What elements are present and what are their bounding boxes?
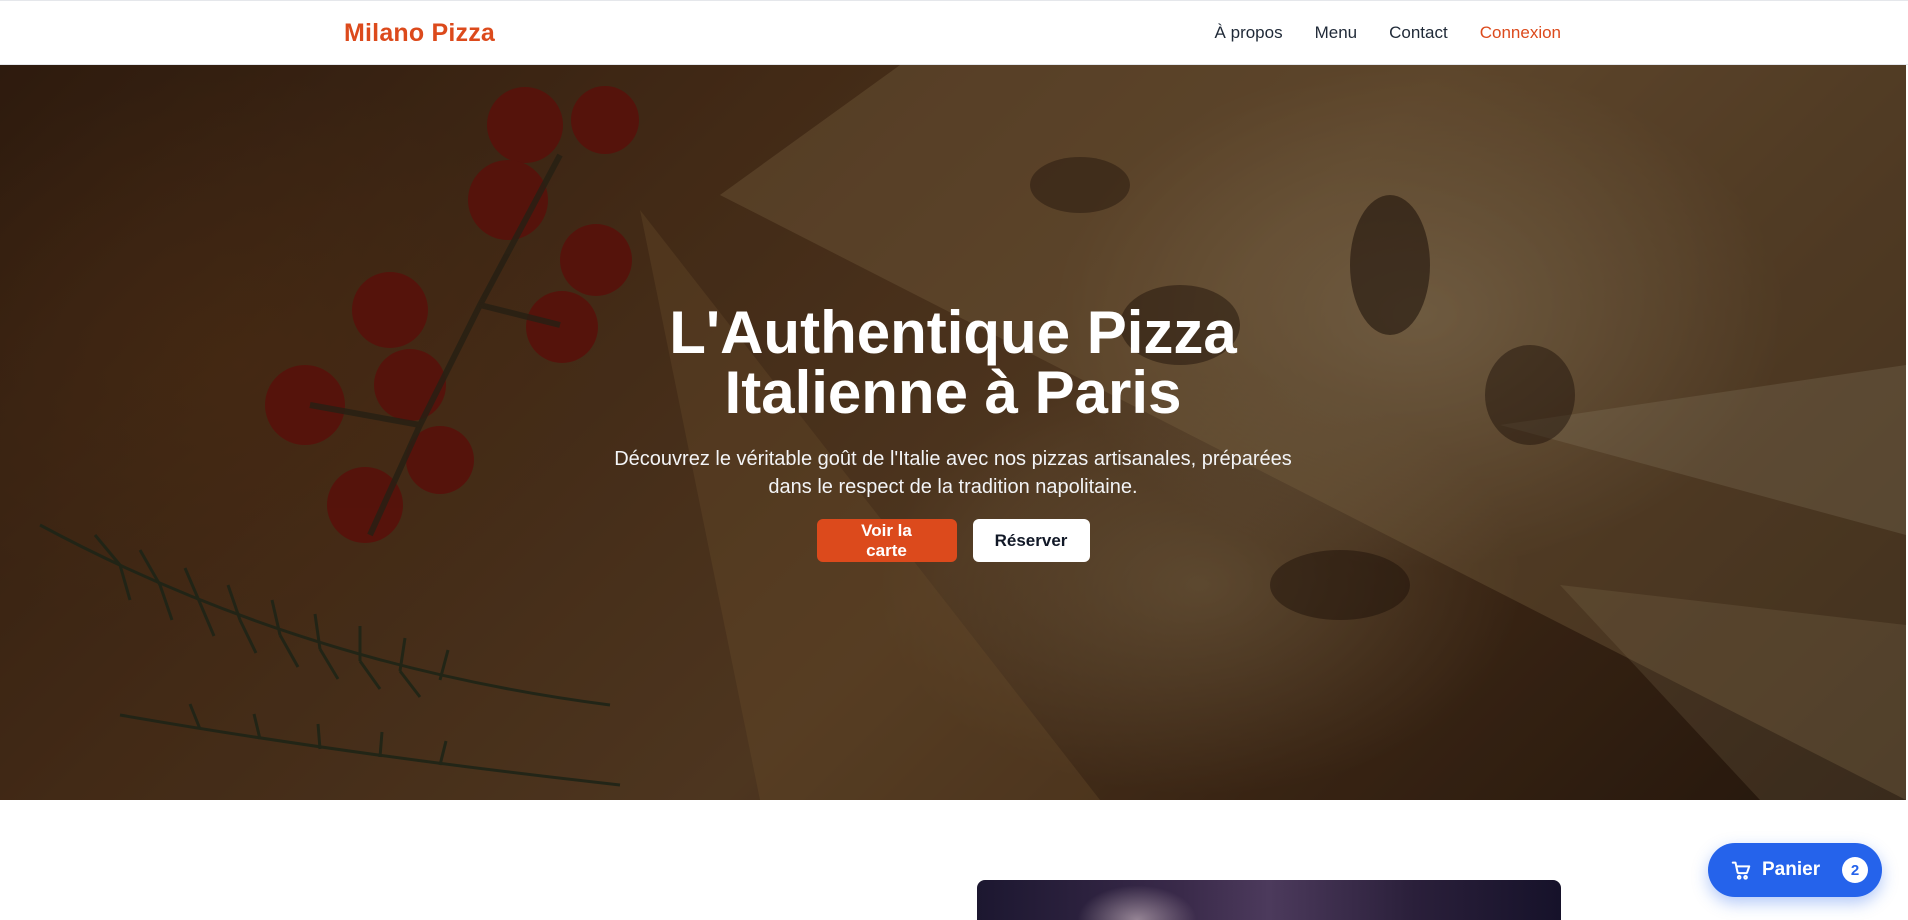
nav-link-contact[interactable]: Contact: [1389, 23, 1448, 43]
hero-content: L'Authentique Pizza Italienne à Paris Dé…: [0, 65, 1906, 800]
brand-logo[interactable]: Milano Pizza: [344, 19, 495, 48]
hero-section: L'Authentique Pizza Italienne à Paris Dé…: [0, 65, 1906, 800]
hero-title: L'Authentique Pizza Italienne à Paris: [669, 299, 1237, 426]
nav-link-about[interactable]: À propos: [1215, 23, 1283, 43]
hero-actions: Voir la carte Réserver: [816, 519, 1090, 562]
cart-button[interactable]: Panier 2: [1708, 843, 1882, 897]
hero-subtitle: Découvrez le véritable goût de l'Italie …: [614, 448, 1292, 498]
nav-link-login[interactable]: Connexion: [1480, 23, 1561, 43]
site-header: Milano Pizza À propos Menu Contact Conne…: [0, 0, 1908, 65]
about-section-image: [977, 880, 1561, 920]
cart-label: Panier: [1762, 859, 1821, 880]
cart-count-badge: 2: [1842, 857, 1869, 883]
shopping-cart-icon: [1731, 861, 1751, 880]
reserve-button[interactable]: Réserver: [972, 519, 1090, 562]
nav-link-menu[interactable]: Menu: [1315, 23, 1358, 43]
view-menu-button[interactable]: Voir la carte: [816, 519, 957, 562]
main-nav: À propos Menu Contact Connexion: [1215, 23, 1561, 43]
